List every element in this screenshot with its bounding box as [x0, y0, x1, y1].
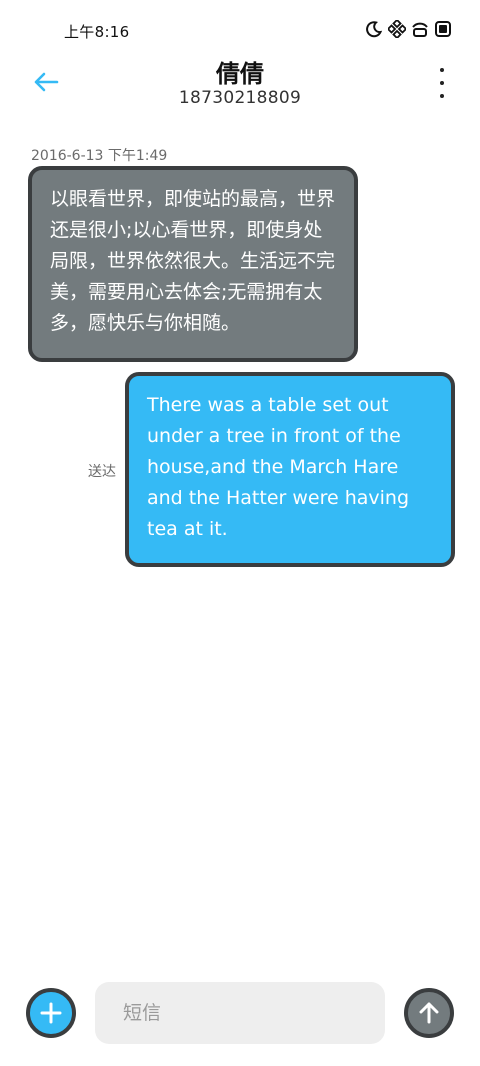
wifi-icon: [411, 20, 429, 38]
delivery-status: 送达: [88, 464, 116, 480]
contact-number: 18730218809: [178, 88, 302, 108]
arrow-up-icon: [419, 1002, 439, 1024]
status-time: 上午8:16: [64, 23, 130, 41]
dots-icon: [388, 20, 406, 38]
message-input[interactable]: [121, 1001, 385, 1025]
message-input-container: [95, 982, 385, 1044]
send-button[interactable]: [404, 988, 454, 1038]
battery-icon: [434, 20, 452, 38]
messaging-screen: 上午8:16 倩倩 18730218809 2016-6-13 下午1:49 以…: [0, 0, 480, 1066]
plus-icon: [40, 1002, 62, 1024]
conversation-header: 倩倩 18730218809: [0, 50, 480, 116]
moon-icon: [365, 20, 383, 38]
contact-name: 倩倩: [216, 60, 264, 88]
more-vertical-icon: [440, 68, 444, 72]
message-timestamp: 2016-6-13 下午1:49: [31, 148, 168, 164]
status-icons: [365, 20, 452, 38]
add-attachment-button[interactable]: [26, 988, 76, 1038]
more-options-button[interactable]: [436, 68, 448, 98]
sent-message-bubble[interactable]: There was a table set out under a tree i…: [125, 372, 455, 567]
received-message-bubble[interactable]: 以眼看世界，即使站的最高，世界还是很小;以心看世界，即使身处局限，世界依然很大。…: [28, 166, 358, 362]
